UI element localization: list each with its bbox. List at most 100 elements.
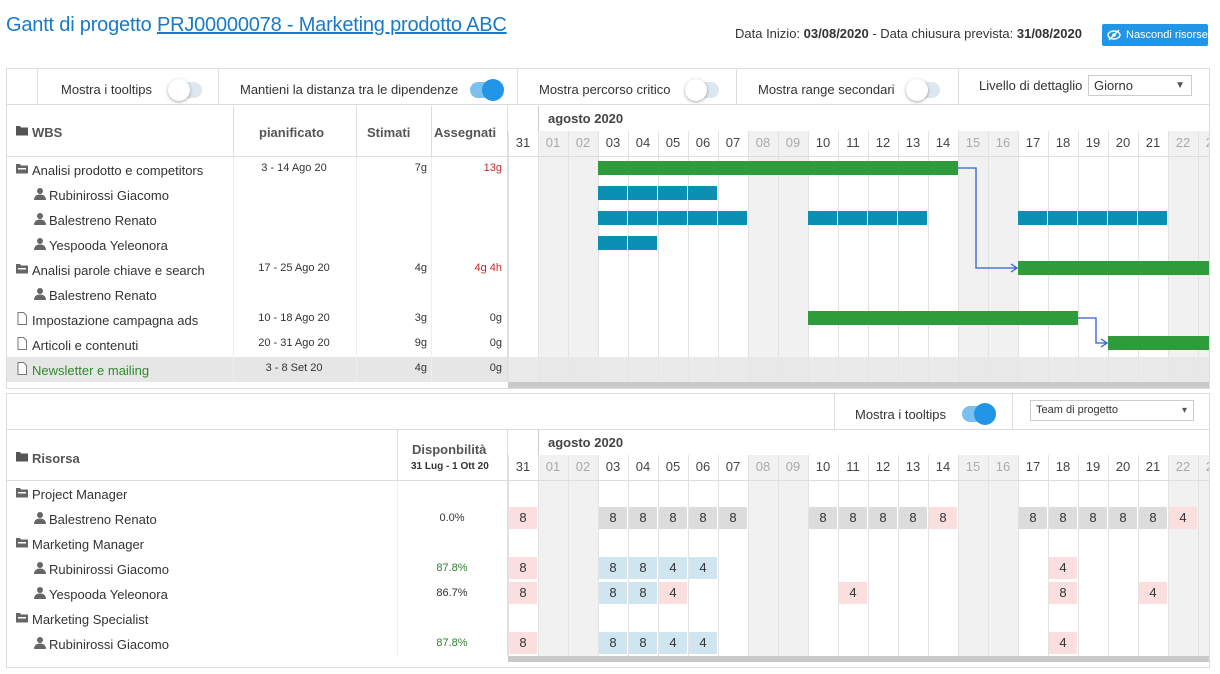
wbs-row[interactable]: Articoli e contenuti 20 - 31 Ago 20 9g 0g: [7, 332, 507, 357]
resource-row[interactable]: Rubinirossi Giacomo 87.8%: [7, 556, 507, 581]
critical-path-toggle[interactable]: [685, 79, 719, 101]
assignment-bar[interactable]: [598, 211, 627, 225]
workload-cell[interactable]: 8: [599, 632, 627, 654]
assignment-bar[interactable]: [1078, 211, 1107, 225]
workload-cell[interactable]: 8: [809, 507, 837, 529]
workload-cell[interactable]: 4: [659, 557, 687, 579]
resource-row[interactable]: Balestreno Renato 0.0%: [7, 506, 507, 531]
assignment-bar[interactable]: [1138, 211, 1167, 225]
workload-cell[interactable]: 4: [659, 632, 687, 654]
detail-level-select[interactable]: Giorno ▼: [1088, 75, 1192, 96]
assignment-bar[interactable]: [868, 211, 897, 225]
workload-cell[interactable]: 8: [1049, 582, 1077, 604]
resource-row[interactable]: Yespooda Yeleonora 86.7%: [7, 581, 507, 606]
hide-resources-button[interactable]: Nascondi risorse: [1102, 24, 1208, 46]
workload-cell[interactable]: 8: [839, 507, 867, 529]
wbs-row[interactable]: Balestreno Renato: [7, 207, 507, 232]
secondary-range-toggle[interactable]: [906, 79, 940, 101]
resource-column-header[interactable]: Risorsa: [32, 451, 80, 466]
estimated-column-header[interactable]: Stimati: [367, 125, 410, 140]
workload-cell[interactable]: 4: [1049, 632, 1077, 654]
workload-cell[interactable]: 4: [659, 582, 687, 604]
workload-cell[interactable]: 8: [1109, 507, 1137, 529]
workload-cell[interactable]: 8: [929, 507, 957, 529]
assignment-bar[interactable]: [808, 211, 837, 225]
workload-cell[interactable]: 8: [1079, 507, 1107, 529]
assignment-bar[interactable]: [658, 211, 687, 225]
workload-cell[interactable]: 8: [509, 582, 537, 604]
workload-cell[interactable]: 4: [1139, 582, 1167, 604]
workload-cell[interactable]: 4: [1169, 507, 1197, 529]
wbs-row[interactable]: Balestreno Renato: [7, 282, 507, 307]
workload-cell[interactable]: 4: [689, 557, 717, 579]
assignment-bar[interactable]: [658, 186, 687, 200]
keep-distance-toggle[interactable]: [470, 79, 504, 101]
assignment-bar[interactable]: [1048, 211, 1077, 225]
team-select[interactable]: Team di progetto ▾: [1030, 400, 1194, 421]
assignment-bar[interactable]: [1018, 211, 1047, 225]
wbs-row[interactable]: Impostazione campagna ads 10 - 18 Ago 20 3…: [7, 307, 507, 332]
workload-cell[interactable]: 8: [599, 557, 627, 579]
workload-cell[interactable]: 8: [629, 507, 657, 529]
day-label: 20: [1115, 459, 1131, 474]
workload-cell[interactable]: 4: [1049, 557, 1077, 579]
day-column: [538, 131, 568, 382]
workload-cell[interactable]: 8: [599, 582, 627, 604]
workload-cell[interactable]: 8: [1019, 507, 1047, 529]
assignment-bar[interactable]: [898, 211, 927, 225]
assignment-bar[interactable]: [688, 186, 717, 200]
role-row[interactable]: Marketing Specialist: [7, 606, 507, 631]
day-column: [958, 455, 988, 656]
planned-column-header[interactable]: pianificato: [259, 125, 324, 140]
task-bar[interactable]: [598, 161, 958, 175]
workload-cell[interactable]: 8: [629, 582, 657, 604]
assignment-bar[interactable]: [838, 211, 867, 225]
assignment-bar[interactable]: [688, 211, 717, 225]
workload-cell[interactable]: 8: [509, 507, 537, 529]
day-column: [778, 455, 808, 656]
assignment-bar[interactable]: [628, 186, 657, 200]
wbs-row[interactable]: Newsletter e mailing 3 - 8 Set 20 4g 0g: [7, 357, 507, 382]
assignment-bar[interactable]: [1108, 211, 1137, 225]
workload-cell[interactable]: 8: [1139, 507, 1167, 529]
gantt-horizontal-scrollbar[interactable]: [508, 382, 1209, 388]
workload-cell[interactable]: 8: [509, 632, 537, 654]
task-bar[interactable]: [808, 311, 1078, 325]
task-bar[interactable]: [1018, 261, 1209, 275]
wbs-row[interactable]: Yespooda Yeleonora: [7, 232, 507, 257]
day-label: 04: [635, 459, 651, 474]
workload-cell[interactable]: 8: [509, 557, 537, 579]
wbs-column-header[interactable]: WBS: [32, 125, 62, 140]
workload-cell[interactable]: 4: [839, 582, 867, 604]
assignment-bar[interactable]: [628, 236, 657, 250]
wbs-row[interactable]: Analisi prodotto e competitors 3 - 14 Ago…: [7, 157, 507, 182]
role-row[interactable]: Project Manager: [7, 481, 507, 506]
resources-horizontal-scrollbar[interactable]: [508, 656, 1209, 662]
workload-cell[interactable]: 8: [719, 507, 747, 529]
tooltips-toggle[interactable]: [168, 79, 202, 101]
assignment-bar[interactable]: [598, 186, 627, 200]
resource-row[interactable]: Rubinirossi Giacomo 87.8%: [7, 631, 507, 656]
workload-cell[interactable]: 4: [689, 632, 717, 654]
workload-cell[interactable]: 8: [599, 507, 627, 529]
role-row[interactable]: Marketing Manager: [7, 531, 507, 556]
task-bar[interactable]: [1108, 336, 1209, 350]
assigned-column-header[interactable]: Assegnati: [434, 125, 496, 140]
resources-tooltips-toggle[interactable]: [962, 403, 996, 425]
wbs-row[interactable]: Rubinirossi Giacomo: [7, 182, 507, 207]
workload-cell[interactable]: 8: [629, 632, 657, 654]
assignment-bar[interactable]: [628, 211, 657, 225]
assignment-bar[interactable]: [718, 211, 747, 225]
availability-column-header[interactable]: Disponbilità: [412, 442, 486, 457]
workload-cell[interactable]: 8: [629, 557, 657, 579]
day-label: 09: [785, 135, 801, 150]
workload-cell[interactable]: 8: [689, 507, 717, 529]
wbs-row[interactable]: Analisi parole chiave e search 17 - 25 Ag…: [7, 257, 507, 282]
day-label: 11: [846, 459, 860, 474]
workload-cell[interactable]: 8: [899, 507, 927, 529]
project-link[interactable]: PRJ00000078 - Marketing prodotto ABC: [157, 14, 507, 36]
workload-cell[interactable]: 8: [1049, 507, 1077, 529]
assignment-bar[interactable]: [598, 236, 627, 250]
workload-cell[interactable]: 8: [869, 507, 897, 529]
workload-cell[interactable]: 8: [659, 507, 687, 529]
